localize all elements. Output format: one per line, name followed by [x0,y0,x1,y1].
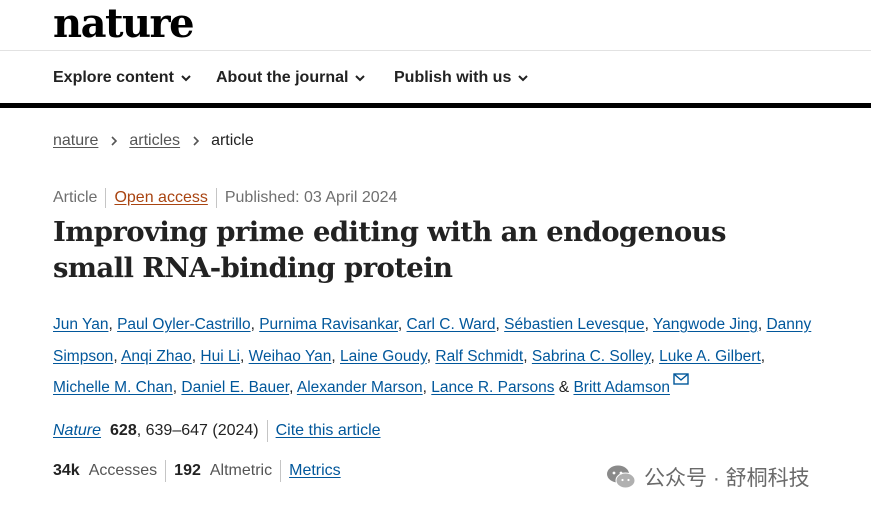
watermark: 公众号 · 舒桐科技 [606,462,810,492]
author-separator: , [250,316,260,333]
author-separator: , [108,316,118,333]
author-item: Alexander Marson [297,379,423,396]
author-link[interactable]: Laine Goudy [340,348,427,365]
author-separator: , [495,316,505,333]
breadcrumb: nature articles article [53,132,254,150]
divider [105,188,107,208]
divider [165,460,167,482]
article-metrics: 34k Accesses 192 Altmetric Metrics [53,460,341,482]
author-item: Sébastien Levesque [504,316,644,333]
nav-item-label: Publish with us [394,69,512,86]
divider [215,188,217,208]
nav-explore-content[interactable]: Explore content [53,69,192,87]
author-link[interactable]: Daniel E. Bauer [181,379,289,396]
article-type: Article [53,189,98,206]
wechat-icon [607,465,636,489]
author-separator: , [650,347,660,365]
citation: Nature 628 , 639–647 (2024) Cite this ar… [53,420,381,442]
author-list: Jun Yan, Paul Oyler-Castrillo, Purnima R… [53,309,823,404]
author-item: Hui Li [200,348,240,365]
author-separator: , [760,347,766,365]
author-separator: , [289,379,297,396]
author-item: Daniel E. Bauer [181,379,289,396]
author-item: Paul Oyler-Castrillo [117,316,251,333]
author-separator: , [113,347,122,365]
chevron-right-icon [193,136,200,146]
author-item: Carl C. Ward [407,316,496,333]
divider [266,420,268,442]
breadcrumb-current: article [211,132,254,149]
author-item: Jun Yan [53,316,108,333]
author-separator: , [240,347,249,365]
author-link[interactable]: Sabrina C. Solley [532,348,651,365]
nav-publish-with-us[interactable]: Publish with us [394,69,529,87]
nav-item-label: Explore content [53,69,174,86]
author-link[interactable]: Lance R. Parsons [431,379,554,396]
author-link[interactable]: Alexander Marson [297,379,423,396]
author-link[interactable]: Carl C. Ward [407,316,496,333]
author-link[interactable]: Britt Adamson [573,379,670,396]
author-item: Yangwode Jing [653,316,758,333]
breadcrumb-nature[interactable]: nature [53,132,98,150]
author-item: Anqi Zhao [121,348,192,365]
published-date: Published: 03 April 2024 [224,189,398,206]
author-link[interactable]: Weihao Yan [249,348,332,365]
author-link[interactable]: Luke A. Gilbert [659,348,761,365]
author-link[interactable]: Ralf Schmidt [435,348,523,365]
chevron-right-icon [111,136,118,146]
breadcrumb-articles[interactable]: articles [129,132,180,150]
mail-icon[interactable] [673,373,689,385]
accesses-label: Accesses [88,462,158,479]
nature-logo[interactable]: nature [53,0,195,47]
metrics-link[interactable]: Metrics [289,462,341,480]
accesses-count: 34k [53,462,80,479]
site-header: nature [0,0,871,51]
cite-this-article-link[interactable]: Cite this article [276,422,381,440]
volume: 628 [110,422,137,439]
journal-link[interactable]: Nature [53,422,101,440]
author-separator: , [397,316,407,333]
chevron-down-icon [518,75,529,82]
author-item: Michelle M. Chan [53,379,173,396]
author-separator: , [331,347,340,365]
nav-about-the-journal[interactable]: About the journal [216,69,366,87]
author-item: Sabrina C. Solley [532,348,651,365]
main-nav: Explore content About the journal Publis… [0,51,871,108]
author-link[interactable]: Anqi Zhao [121,348,192,365]
author-separator: , [422,379,432,396]
author-item: Laine Goudy [340,348,427,365]
author-link[interactable]: Yangwode Jing [653,316,758,333]
author-item: Luke A. Gilbert [659,348,761,365]
author-item: Ralf Schmidt [435,348,523,365]
author-link[interactable]: Jun Yan [53,316,108,333]
nav-item-label: About the journal [216,69,349,86]
divider [280,460,282,482]
author-link[interactable]: Sébastien Levesque [504,316,644,333]
author-item: Lance R. Parsons [431,379,554,396]
author-link[interactable]: Hui Li [200,348,240,365]
altmetric-score: 192 [174,462,201,479]
watermark-text: 公众号 · 舒桐科技 [644,467,810,490]
chevron-down-icon [181,75,191,82]
author-separator: & [554,379,574,396]
author-link[interactable]: Michelle M. Chan [53,379,173,396]
author-item: Purnima Ravisankar [259,316,398,333]
article-title: Improving prime editing with an endogeno… [53,216,726,284]
author-separator: , [644,316,653,333]
pages-year: , 639–647 (2024) [136,422,259,439]
author-link[interactable]: Purnima Ravisankar [259,316,398,333]
author-item: Britt Adamson [573,373,689,396]
open-access-link[interactable]: Open access [114,189,207,207]
chevron-down-icon [355,75,366,82]
author-link[interactable]: Paul Oyler-Castrillo [117,316,251,333]
author-item: Weihao Yan [249,348,332,365]
author-separator: , [523,347,532,365]
altmetric-label: Altmetric [209,462,273,479]
article-meta: Article Open access Published: 03 April … [53,188,397,208]
